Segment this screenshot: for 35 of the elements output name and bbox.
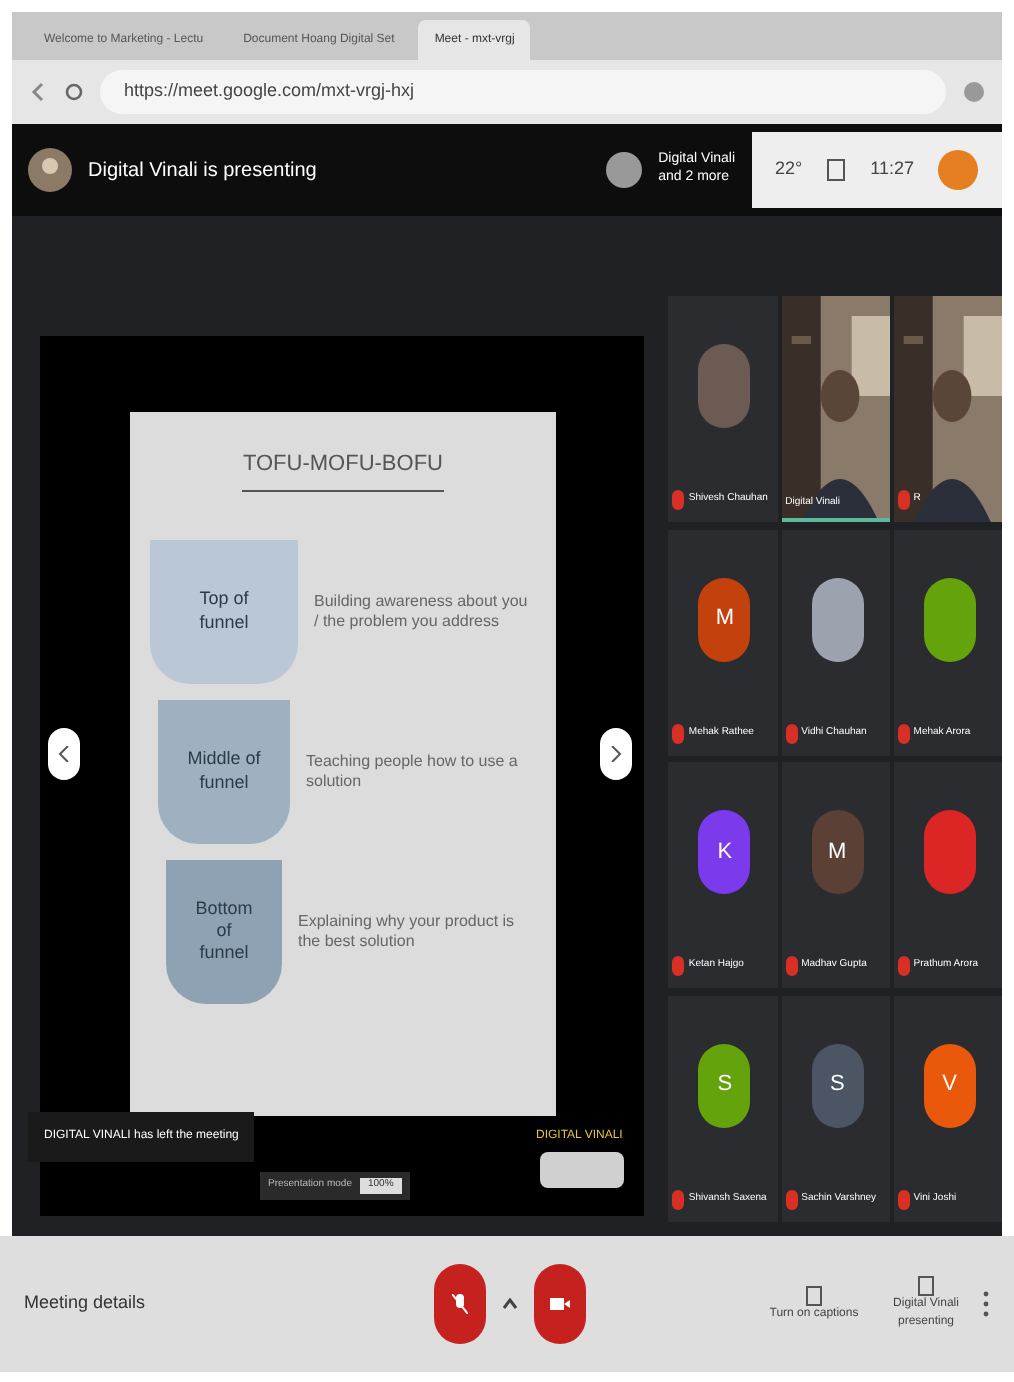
funnel-segment: Top of funnel (150, 539, 298, 683)
funnel-description: Building awareness about you / the problem you address (314, 591, 530, 631)
camera-off-icon (550, 1296, 570, 1312)
page-controls[interactable] (540, 1152, 624, 1188)
chevron-left-icon (58, 746, 70, 762)
clock: 11:27 (870, 156, 914, 183)
previous-slide-button[interactable] (48, 728, 80, 780)
camera-button[interactable] (534, 1264, 586, 1344)
participant-avatar (606, 152, 643, 188)
microphone-button[interactable] (434, 1264, 486, 1344)
presenter-avatar (28, 148, 72, 192)
avatar: S (698, 1043, 751, 1127)
funnel-segment: Middle of funnel (158, 699, 290, 843)
captions-icon (806, 1285, 822, 1305)
more-icon[interactable] (982, 1290, 990, 1318)
avatar: M (811, 810, 864, 894)
chevron-right-icon (610, 746, 622, 762)
back-icon[interactable] (28, 82, 48, 102)
avatar: K (698, 810, 751, 894)
caret-up-icon[interactable] (502, 1298, 518, 1310)
meeting-details-button[interactable]: Meeting details (24, 1290, 324, 1318)
funnel-description: Explaining why your product is the best solution (298, 911, 517, 951)
reload-icon[interactable] (64, 82, 84, 102)
next-slide-button[interactable] (600, 728, 632, 780)
slide-title: TOFU-MOFU-BOFU (242, 448, 443, 491)
funnel-segment: Bottom of funnel (166, 859, 282, 1003)
temperature: 22° (775, 156, 803, 183)
funnel-description: Teaching people how to use a solution (306, 751, 520, 791)
microphone-off-icon (452, 1294, 468, 1314)
avatar: S (811, 1043, 864, 1127)
avatar: V (923, 1043, 976, 1127)
present-icon (918, 1276, 934, 1296)
avatar: M (698, 577, 751, 661)
presenter-status: Digital Vinali is presenting (88, 157, 319, 185)
address-field[interactable]: https://meet.google.com/mxt-vrgj-hxj (100, 70, 946, 114)
